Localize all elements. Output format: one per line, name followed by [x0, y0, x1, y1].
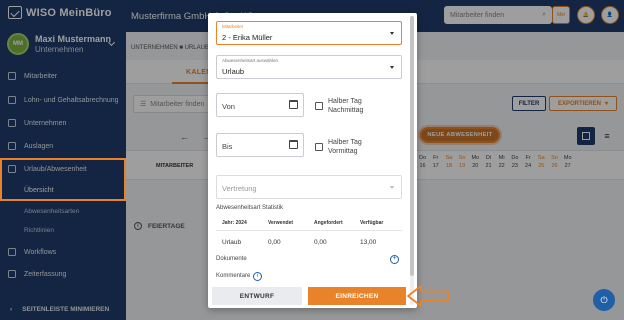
submit-button[interactable]: EINREICHEN: [308, 287, 406, 305]
info-icon[interactable]: i: [253, 272, 262, 281]
absence-dialog: Mitarbeiter 2 - Erika Müller Abwesenheit…: [208, 13, 417, 308]
stats-header-cell: Verfügbar: [360, 220, 384, 226]
stats-title: Abwesenheitsart Statistik: [216, 205, 284, 211]
stats-header-cell: Angefordert: [314, 220, 343, 226]
table-row: Urlaub 0,00 0,00 13,00: [216, 230, 402, 254]
documents-label: Dokumente: [216, 256, 247, 262]
dropdown-caret-icon: [390, 32, 394, 35]
stats-cell: 0,00: [314, 239, 327, 246]
absence-type-select[interactable]: Abwesenheitsart auswählen Urlaub: [216, 55, 402, 79]
stats-header-cell: Verwendet: [268, 220, 294, 226]
add-document-icon[interactable]: +: [390, 255, 399, 264]
employee-value: 2 - Erika Müller: [222, 33, 273, 42]
stats-header-row: Jahr: 2024 Verwendet Angefordert Verfügb…: [216, 216, 402, 230]
sidebar-highlight: [0, 158, 126, 201]
stats-header-cell: Jahr: 2024: [222, 220, 247, 226]
scrollbar-thumb[interactable]: [410, 16, 414, 276]
halfday-morning-checkbox[interactable]: [315, 143, 323, 151]
absence-type-label: Abwesenheitsart auswählen: [222, 58, 279, 63]
substitute-placeholder: Vertretung: [222, 184, 257, 193]
dropdown-caret-icon: [390, 186, 394, 189]
employee-select[interactable]: Mitarbeiter 2 - Erika Müller: [216, 21, 402, 45]
absence-type-value: Urlaub: [222, 67, 245, 76]
von-placeholder: Von: [222, 102, 235, 111]
calendar-icon[interactable]: [289, 100, 298, 109]
von-date-input[interactable]: Von: [216, 93, 304, 117]
halfday-afternoon-label: Halber Tag Nachmittag: [328, 98, 364, 114]
employee-label: Mitarbeiter: [222, 24, 244, 29]
comments-label: Kommentare: [216, 273, 251, 279]
draft-button[interactable]: ENTWURF: [212, 287, 302, 305]
bis-date-input[interactable]: Bis: [216, 133, 304, 157]
stats-cell: 13,00: [360, 239, 377, 246]
halfday-morning-label: Halber Tag Vormittag: [328, 139, 362, 155]
bis-placeholder: Bis: [222, 142, 233, 151]
halfday-afternoon-checkbox[interactable]: [315, 102, 323, 110]
calendar-icon[interactable]: [289, 140, 298, 149]
substitute-select[interactable]: Vertretung: [216, 175, 402, 199]
timer-fab-icon[interactable]: ⏻: [593, 289, 615, 311]
stats-table: Jahr: 2024 Verwendet Angefordert Verfügb…: [216, 216, 402, 254]
stats-cell: Urlaub: [222, 239, 242, 246]
stats-cell: 0,00: [268, 239, 281, 246]
dropdown-caret-icon: [390, 66, 394, 69]
annotation-arrow-icon: [407, 285, 450, 307]
